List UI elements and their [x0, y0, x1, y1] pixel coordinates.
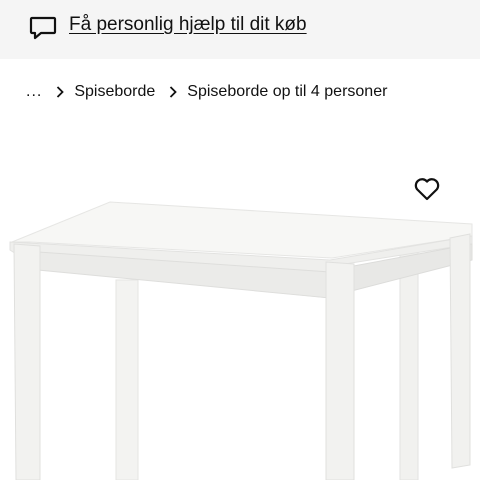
- product-media: [0, 120, 480, 480]
- product-image: [9, 201, 473, 480]
- help-banner: Få personlig hjælp til dit køb: [0, 0, 480, 59]
- heart-outline-icon: [414, 178, 440, 201]
- favourite-button[interactable]: [410, 172, 444, 206]
- breadcrumb: ... Spiseborde Spiseborde op til 4 perso…: [26, 80, 387, 104]
- chevron-right-icon: [56, 86, 65, 98]
- breadcrumb-item-spiseborde[interactable]: Spiseborde: [74, 83, 155, 101]
- chat-bubble-icon: [28, 13, 58, 43]
- breadcrumb-item-spiseborde-4-personer[interactable]: Spiseborde op til 4 personer: [187, 83, 387, 101]
- breadcrumb-ellipsis[interactable]: ...: [26, 83, 42, 101]
- personal-help-link[interactable]: Få personlig hjælp til dit køb: [69, 14, 307, 36]
- chevron-right-icon: [169, 86, 178, 98]
